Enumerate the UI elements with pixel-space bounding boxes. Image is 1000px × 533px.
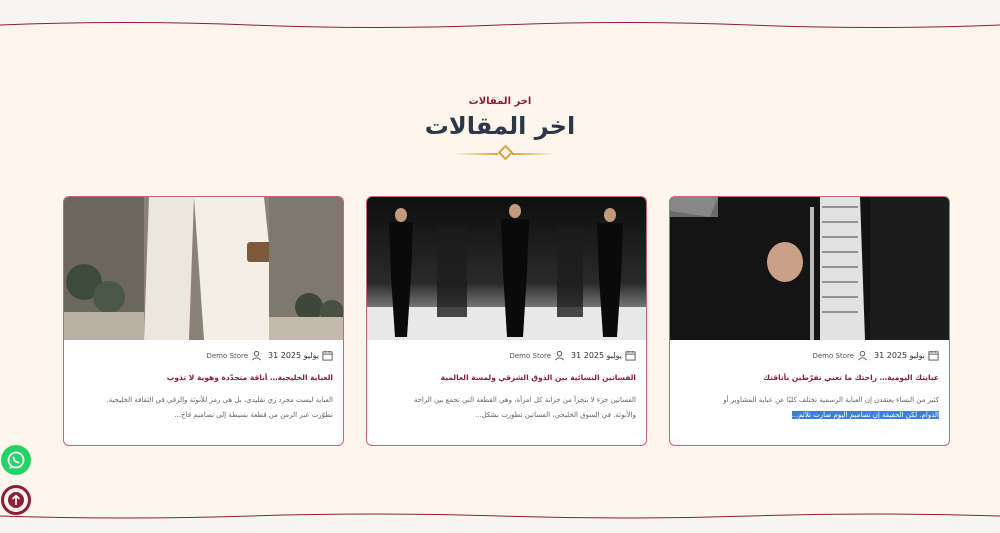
post-image-abaya[interactable] [670, 197, 950, 340]
blog-card[interactable]: 31 يوليو 2025 Demo Store عبايتك اليومية…… [669, 196, 950, 446]
excerpt-line: كثير من النساء يعتقدن إن العباية الرسمية… [723, 396, 939, 404]
post-date: 31 يوليو 2025 [268, 351, 319, 360]
excerpt-line: الفساتين جزء لا يتجزأ من خزانة كل امرأة،… [413, 396, 636, 404]
calendar-icon [928, 350, 939, 361]
calendar-icon [625, 350, 636, 361]
bottom-wavy-border [0, 513, 1000, 519]
top-wavy-border [0, 22, 1000, 28]
post-image-gulf-abaya[interactable] [64, 197, 344, 340]
post-meta: 31 يوليو 2025 Demo Store [509, 350, 636, 361]
excerpt-line: والأنوثة. في السوق الخليجي، الفساتين تطو… [474, 411, 636, 419]
whatsapp-button[interactable] [1, 445, 31, 475]
post-author[interactable]: Demo Store [206, 352, 248, 360]
post-title[interactable]: الفساتين النسائية بين الذوق الشرقي ولمسة… [377, 373, 636, 382]
blog-card[interactable]: 31 يوليو 2025 Demo Store الفساتين النسائ… [366, 196, 647, 446]
calendar-icon [322, 350, 333, 361]
post-excerpt: الفساتين جزء لا يتجزأ من خزانة كل امرأة،… [377, 393, 636, 423]
blog-card[interactable]: 31 يوليو 2025 Demo Store العباية الخليجي… [63, 196, 344, 446]
user-icon [858, 350, 867, 361]
user-icon [252, 350, 261, 361]
post-title[interactable]: عبايتك اليومية… راحتك ما تعني تفرّطين بأ… [680, 373, 939, 382]
post-excerpt: العباية ليست مجرد زي تقليدي، بل هي رمز ل… [74, 393, 333, 423]
scroll-to-top-button[interactable] [1, 485, 31, 515]
excerpt-line: العباية ليست مجرد زي تقليدي، بل هي رمز ل… [106, 396, 333, 404]
post-date: 31 يوليو 2025 [874, 351, 925, 360]
post-image-runway-dresses[interactable] [367, 197, 647, 340]
post-date: 31 يوليو 2025 [571, 351, 622, 360]
post-title[interactable]: العباية الخليجية… أناقة متجدّدة وهوية لا… [74, 373, 333, 382]
arrow-up-icon [8, 492, 24, 508]
post-meta: 31 يوليو 2025 Demo Store [206, 350, 333, 361]
user-icon [555, 350, 564, 361]
post-author[interactable]: Demo Store [812, 352, 854, 360]
ornament-divider-icon [454, 144, 556, 161]
whatsapp-icon [7, 451, 25, 469]
excerpt-line: تطوّرت عبر الزمن من قطعة بسيطة إلى تصامي… [174, 411, 333, 419]
selected-text: الدوام. لكن الحقيقة إن تصاميم اليوم صارت… [791, 411, 939, 419]
post-meta: 31 يوليو 2025 Demo Store [812, 350, 939, 361]
post-excerpt: كثير من النساء يعتقدن إن العباية الرسمية… [680, 393, 939, 423]
section-kicker: اخر المقالات [468, 96, 532, 107]
section-title: اخر المقالات [424, 112, 576, 140]
post-author[interactable]: Demo Store [509, 352, 551, 360]
